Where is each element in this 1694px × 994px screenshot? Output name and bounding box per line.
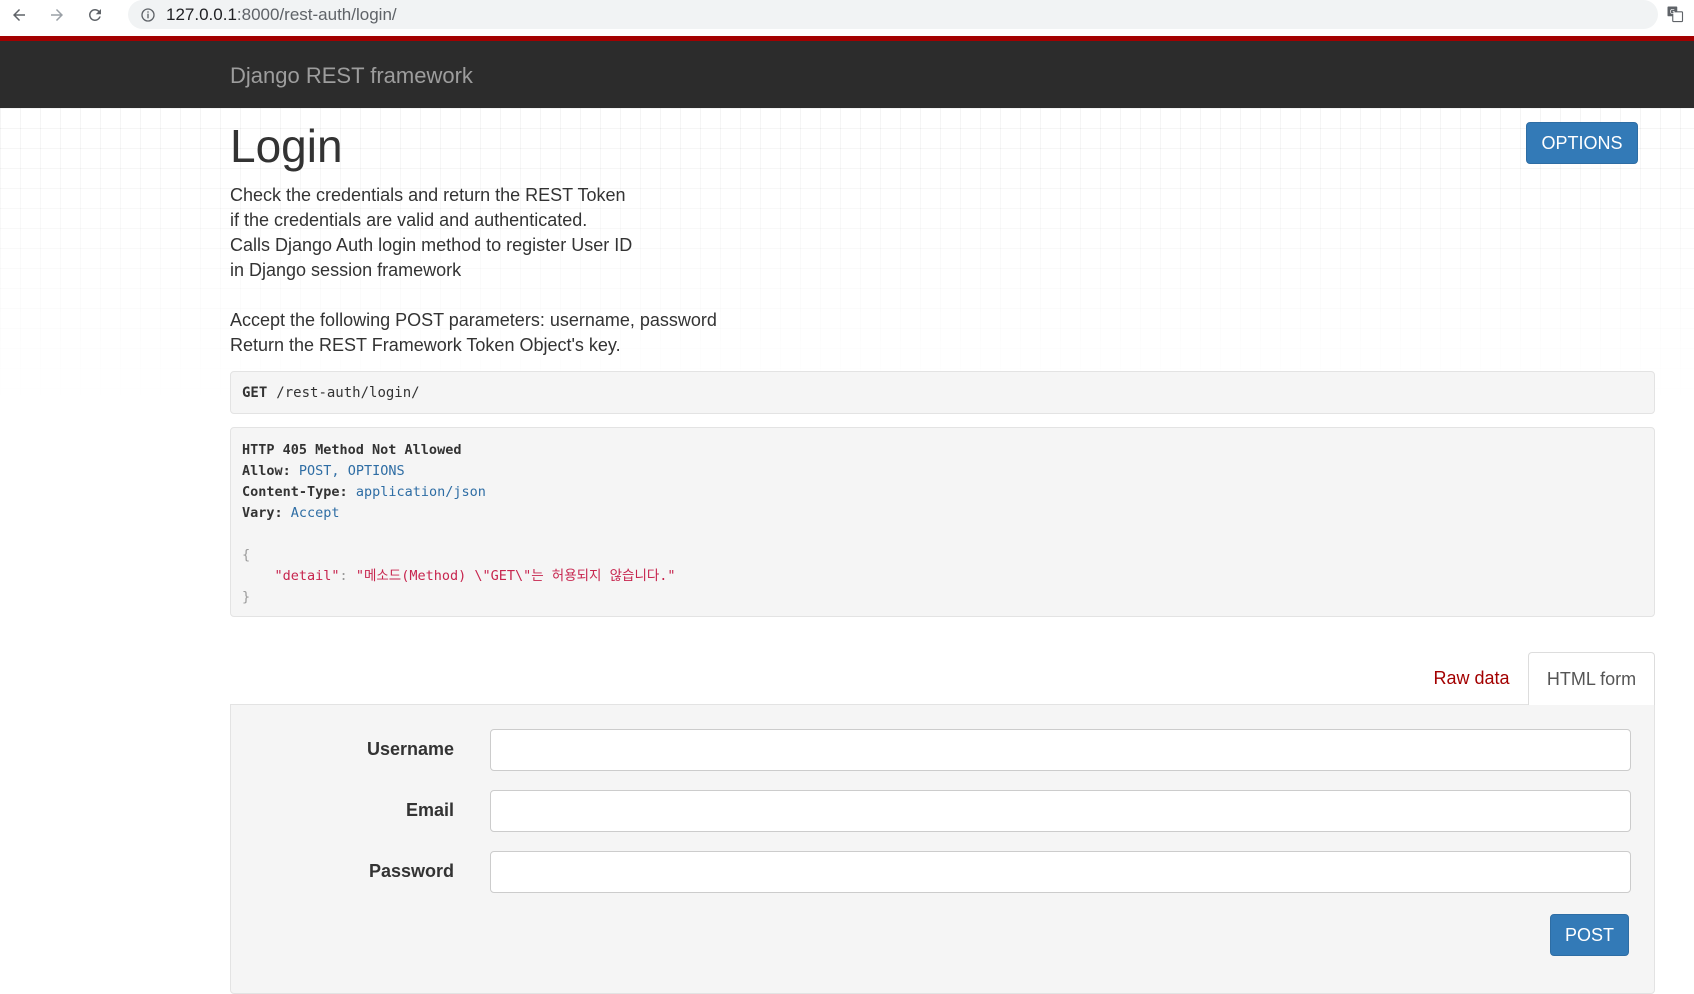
json-open-brace: { (242, 547, 251, 563)
form-row-email: Email (231, 790, 1654, 832)
description-line: Accept the following POST parameters: us… (230, 310, 717, 330)
form-row-password: Password (231, 851, 1654, 893)
page-title: Login (230, 120, 343, 172)
tab-raw-data[interactable]: Raw data (1415, 653, 1528, 704)
password-input[interactable] (490, 851, 1631, 893)
description-paragraph: Accept the following POST parameters: us… (230, 308, 1030, 358)
json-detail-line: "detail": "메소드(Method) \"GET\"는 허용되지 않습니… (242, 566, 1643, 587)
response-status: HTTP 405 Method Not Allowed (242, 442, 462, 458)
username-input[interactable] (490, 729, 1631, 771)
response-info: HTTP 405 Method Not Allowed Allow: POST,… (230, 427, 1655, 617)
forward-arrow-icon[interactable] (46, 4, 68, 26)
json-close-brace: } (242, 589, 251, 605)
header-name: Allow: (242, 463, 291, 479)
description-line: Return the REST Framework Token Object's… (230, 335, 621, 355)
tab-html-form[interactable]: HTML form (1528, 652, 1655, 705)
request-method: GET (242, 384, 268, 401)
email-label: Email (405, 800, 454, 820)
request-info: GET /rest-auth/login/ (230, 371, 1655, 414)
description-line: Calls Django Auth login method to regist… (230, 235, 633, 255)
request-path: /rest-auth/login/ (276, 384, 420, 401)
response-header: Content-Type: application/json (242, 482, 1643, 503)
header-value: POST, OPTIONS (298, 463, 405, 479)
options-button[interactable]: OPTIONS (1526, 122, 1638, 164)
description-line: if the credentials are valid and authent… (230, 210, 588, 230)
response-header: Vary: Accept (242, 503, 1643, 524)
url-host: 127.0.0.1 (166, 4, 237, 24)
header-name: Vary: (242, 505, 283, 521)
browser-toolbar: 127.0.0.1:8000/rest-auth/login/ G (0, 0, 1694, 30)
json-value: "메소드(Method) \"GET\"는 허용되지 않습니다." (355, 568, 676, 584)
navbar-brand[interactable]: Django REST framework (230, 63, 473, 89)
password-label: Password (368, 861, 454, 881)
url-path: :8000/rest-auth/login/ (236, 4, 397, 24)
svg-text:G: G (1670, 8, 1675, 16)
post-button[interactable]: POST (1550, 914, 1629, 956)
info-icon[interactable] (140, 7, 156, 23)
translate-icon[interactable]: G (1666, 5, 1684, 23)
json-separator: : (339, 568, 356, 584)
navbar: Django REST framework (0, 41, 1694, 108)
form-row-username: Username (231, 729, 1654, 771)
header-value: application/json (355, 484, 486, 500)
json-key: "detail" (274, 568, 340, 584)
description-paragraph: Check the credentials and return the RES… (230, 183, 1030, 283)
reload-icon[interactable] (84, 4, 106, 26)
address-bar[interactable]: 127.0.0.1:8000/rest-auth/login/ (128, 0, 1658, 29)
response-header: Allow: POST, OPTIONS (242, 461, 1643, 482)
description-line: Check the credentials and return the RES… (230, 185, 626, 205)
header-value: Accept (290, 505, 340, 521)
description-line: in Django session framework (230, 260, 462, 280)
login-form: Username Email Password POST (230, 704, 1655, 994)
endpoint-description: Check the credentials and return the RES… (230, 183, 1030, 383)
username-label: Username (366, 739, 454, 759)
header-name: Content-Type: (242, 484, 348, 500)
email-input[interactable] (490, 790, 1631, 832)
back-arrow-icon[interactable] (8, 4, 30, 26)
